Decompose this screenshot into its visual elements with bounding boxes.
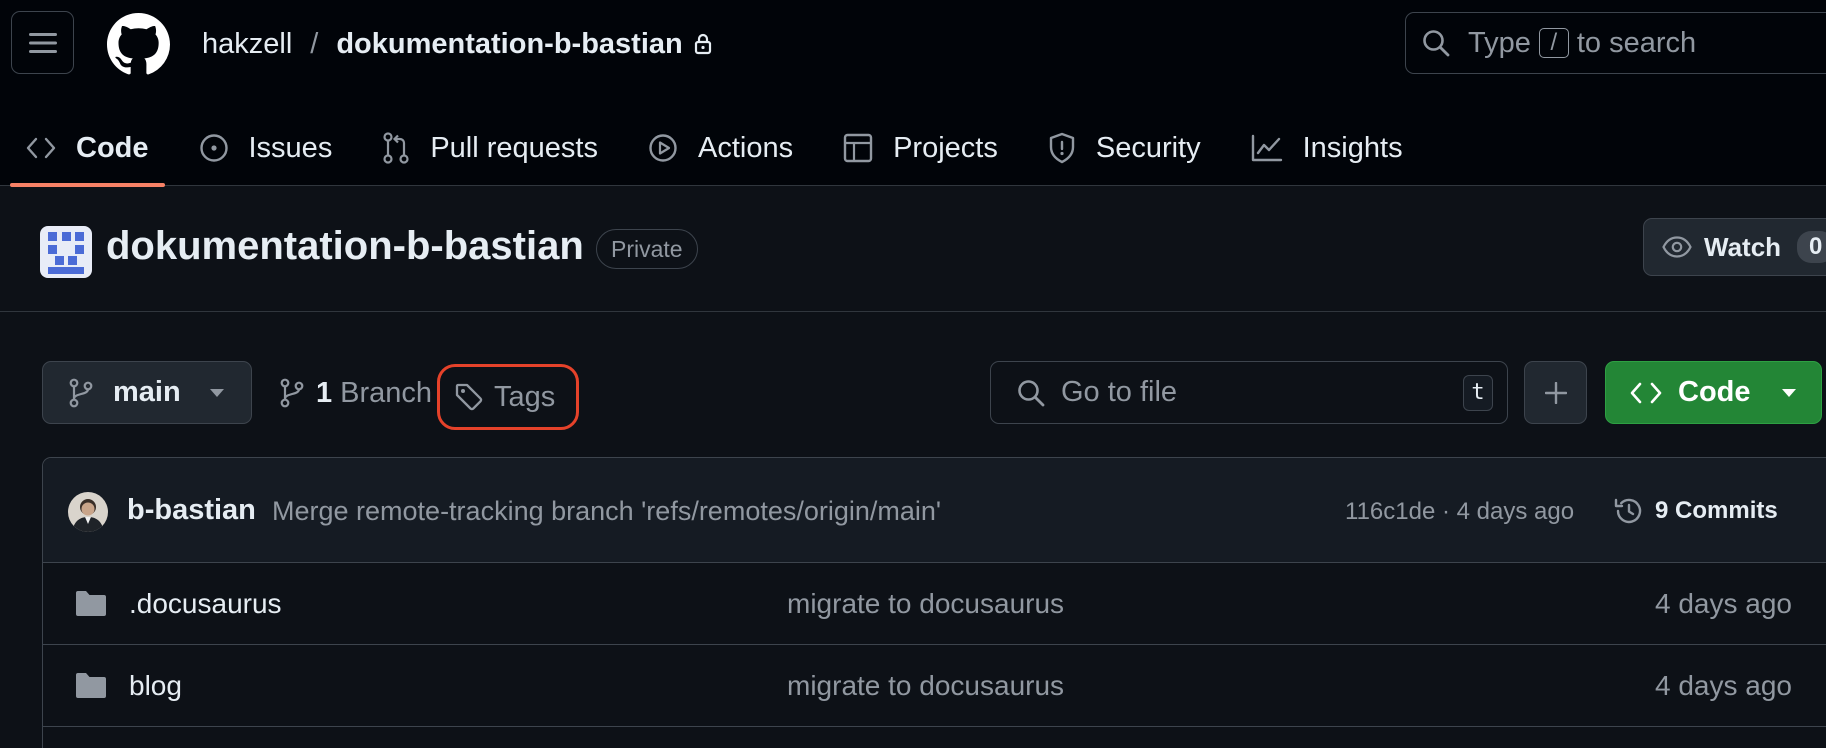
tab-issues-label: Issues: [248, 131, 333, 164]
hamburger-menu-button[interactable]: [11, 11, 74, 74]
watch-button[interactable]: Watch 0: [1643, 218, 1826, 276]
tab-pull-requests[interactable]: Pull requests: [366, 110, 614, 186]
code-button-label: Code: [1678, 376, 1751, 408]
git-branch-icon: [69, 378, 93, 407]
branch-name: main: [113, 376, 181, 408]
code-icon: [1630, 382, 1662, 403]
git-pull-request-icon: [383, 132, 409, 164]
latest-commit-row: b-bastian Merge remote-tracking branch '…: [43, 458, 1826, 563]
breadcrumb-separator: /: [310, 27, 319, 60]
watch-count: 0: [1797, 231, 1826, 263]
tab-projects[interactable]: Projects: [827, 110, 1014, 186]
tags-link[interactable]: Tags: [437, 364, 579, 430]
git-branch-icon: [280, 378, 304, 408]
branch-count: 1: [316, 376, 333, 409]
tab-projects-label: Projects: [893, 131, 998, 164]
repo-owner-avatar[interactable]: [40, 226, 92, 278]
history-icon: [1614, 498, 1642, 524]
issue-opened-icon: [199, 134, 228, 162]
file-commit-message[interactable]: migrate to docusaurus: [787, 588, 1064, 620]
file-commit-message[interactable]: migrate to docusaurus: [787, 670, 1064, 702]
tags-label: Tags: [494, 380, 556, 413]
file-commit-date: 4 days ago: [1655, 670, 1792, 701]
commit-author[interactable]: b-bastian: [127, 494, 256, 527]
github-logo-icon[interactable]: [107, 13, 170, 76]
tab-actions-label: Actions: [697, 131, 794, 164]
eye-icon: [1662, 236, 1692, 258]
shield-icon: [1049, 132, 1075, 164]
tab-actions[interactable]: Actions: [632, 110, 809, 186]
folder-icon: [76, 591, 106, 616]
branch-selector-button[interactable]: main: [42, 361, 252, 424]
file-commit-date: 4 days ago: [1655, 588, 1792, 619]
table-icon: [843, 133, 873, 163]
triangle-down-icon: [1782, 388, 1796, 397]
go-to-file-placeholder: Go to file: [1061, 376, 1178, 408]
app-header: hakzell / dokumentation-b-bastian Type /…: [0, 0, 1826, 187]
tab-security[interactable]: Security: [1032, 110, 1217, 186]
tab-code-label: Code: [76, 131, 149, 164]
file-list: b-bastian Merge remote-tracking branch '…: [42, 457, 1826, 748]
branch-label: Branch: [340, 376, 433, 409]
search-icon: [1018, 379, 1045, 406]
breadcrumb: hakzell / dokumentation-b-bastian: [202, 24, 713, 64]
global-search-input[interactable]: Type / to search: [1405, 12, 1826, 74]
branches-link[interactable]: 1 Branch: [280, 372, 432, 414]
avatar[interactable]: [68, 492, 108, 532]
triangle-down-icon: [210, 388, 224, 397]
search-shortcut-key: /: [1538, 28, 1569, 58]
play-icon: [649, 134, 677, 162]
repo-title[interactable]: dokumentation-b-bastian: [106, 224, 584, 269]
commit-hash-time[interactable]: 116c1de · 4 days ago: [1345, 498, 1574, 526]
tag-icon: [455, 383, 483, 411]
go-to-file-input[interactable]: Go to file t: [990, 361, 1508, 424]
visibility-badge: Private: [596, 229, 698, 269]
tab-issues[interactable]: Issues: [183, 110, 349, 186]
commit-message[interactable]: Merge remote-tracking branch 'refs/remot…: [272, 496, 941, 527]
hamburger-icon: [28, 32, 57, 53]
commit-count: 9 Commits: [1655, 497, 1778, 524]
search-icon: [1423, 30, 1450, 57]
breadcrumb-owner-link[interactable]: hakzell: [202, 28, 292, 61]
file-name-link[interactable]: .docusaurus: [129, 588, 282, 620]
search-prefix-text: Type: [1468, 26, 1531, 59]
code-dropdown-button[interactable]: Code: [1605, 361, 1822, 424]
search-suffix-text: to search: [1576, 26, 1697, 59]
repo-nav-tabs: Code Issues Pull requests Actions Projec…: [10, 110, 1437, 187]
breadcrumb-repo-link[interactable]: dokumentation-b-bastian: [336, 28, 682, 61]
folder-icon: [76, 673, 106, 698]
tab-code[interactable]: Code: [10, 110, 165, 187]
watch-label: Watch: [1704, 231, 1782, 262]
tab-security-label: Security: [1095, 131, 1201, 164]
table-row[interactable]: .docusaurus migrate to docusaurus 4 days…: [43, 563, 1826, 645]
tab-insights-label: Insights: [1302, 131, 1403, 164]
code-icon: [26, 137, 56, 159]
add-file-button[interactable]: [1524, 361, 1587, 424]
lock-icon: [694, 33, 711, 55]
commits-history-link[interactable]: 9 Commits: [1613, 494, 1778, 528]
graph-icon: [1251, 134, 1282, 162]
go-to-file-shortcut: t: [1463, 374, 1493, 411]
tab-pull-requests-label: Pull requests: [430, 131, 598, 164]
plus-icon: [1544, 381, 1567, 404]
tab-insights[interactable]: Insights: [1235, 110, 1419, 186]
table-row[interactable]: blog migrate to docusaurus 4 days ago: [43, 645, 1826, 727]
file-name-link[interactable]: blog: [129, 670, 182, 702]
